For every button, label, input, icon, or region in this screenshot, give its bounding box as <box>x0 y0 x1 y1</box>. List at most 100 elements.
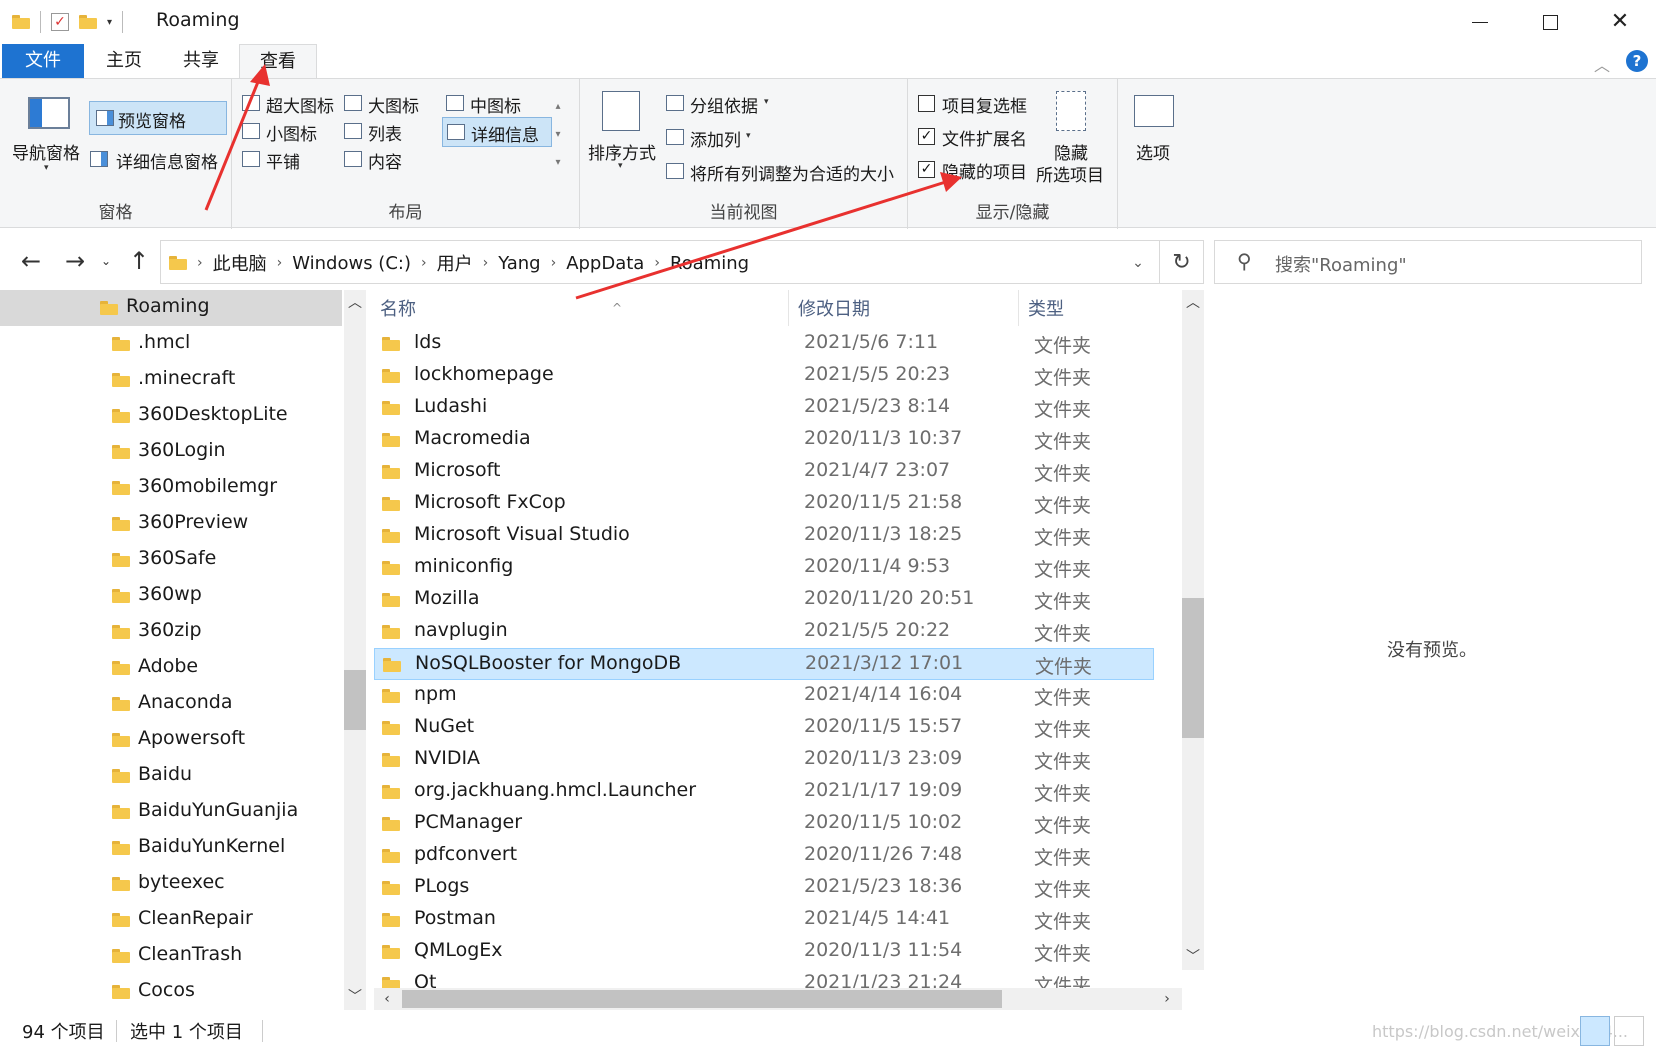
collapse-ribbon-icon[interactable]: ︿ <box>1594 52 1610 76</box>
search-input[interactable]: ⚲ 搜索"Roaming" <box>1214 240 1642 284</box>
nav-tree-item[interactable]: BaiduYunGuanjia <box>0 794 342 830</box>
file-row[interactable]: QMLogEx 2020/11/3 11:54 文件夹 <box>374 936 1154 968</box>
nav-tree-item[interactable]: CleanRepair <box>0 902 342 938</box>
layout-gallery-scroll[interactable]: ▴ ▾ ▾ <box>550 93 566 179</box>
column-header-modified[interactable]: 修改日期 <box>798 290 1018 326</box>
chevron-right-icon[interactable]: › <box>654 255 660 271</box>
large-icons-view-toggle[interactable] <box>1614 1016 1644 1046</box>
nav-tree-item[interactable]: byteexec <box>0 866 342 902</box>
nav-tree-item[interactable]: Baidu <box>0 758 342 794</box>
nav-tree-item[interactable]: 360DesktopLite <box>0 398 342 434</box>
breadcrumb-item[interactable]: Yang <box>498 253 540 274</box>
file-row[interactable]: Ludashi 2021/5/23 8:14 文件夹 <box>374 392 1154 424</box>
file-row[interactable]: Microsoft Visual Studio 2020/11/3 18:25 文件… <box>374 520 1154 552</box>
chevron-down-icon[interactable]: ▾ <box>44 163 49 173</box>
file-row[interactable]: PCManager 2020/11/5 10:02 文件夹 <box>374 808 1154 840</box>
preview-pane-button[interactable]: 预览窗格 <box>89 101 227 135</box>
column-header-name[interactable]: 名称 ^ <box>380 290 784 326</box>
nav-tree-item[interactable]: Cocos <box>0 974 342 1010</box>
nav-tree-item[interactable]: .hmcl <box>0 326 342 362</box>
nav-tree-item[interactable]: 360wp <box>0 578 342 614</box>
item-checkboxes-checkbox[interactable] <box>918 95 935 112</box>
nav-tree-item[interactable]: Roaming <box>0 290 342 326</box>
chevron-right-icon[interactable]: › <box>483 255 489 271</box>
tab-file[interactable]: 文件 <box>2 44 84 78</box>
address-history-dropdown-icon[interactable]: ⌄ <box>1121 241 1155 285</box>
nav-tree-item[interactable]: Anaconda <box>0 686 342 722</box>
tab-home[interactable]: 主页 <box>88 44 160 78</box>
file-row[interactable]: Mozilla 2020/11/20 20:51 文件夹 <box>374 584 1154 616</box>
navigation-pane-icon[interactable] <box>28 97 70 129</box>
breadcrumb-item[interactable]: Windows (C:) <box>292 253 411 274</box>
nav-tree-item[interactable]: .minecraft <box>0 362 342 398</box>
breadcrumb-item[interactable]: Roaming <box>670 253 749 274</box>
file-extensions-checkbox[interactable]: ✓ <box>918 128 935 145</box>
nav-tree-item[interactable]: 360Safe <box>0 542 342 578</box>
customize-toolbar-dropdown-icon[interactable]: ▾ <box>107 17 112 28</box>
file-row[interactable]: npm 2021/4/14 16:04 文件夹 <box>374 680 1154 712</box>
scroll-left-icon[interactable]: ‹ <box>376 988 398 1010</box>
navigation-pane-scrollbar[interactable]: ︿ ﹀ <box>344 290 366 1010</box>
scrollbar-thumb[interactable] <box>1182 598 1204 738</box>
file-row[interactable]: NVIDIA 2020/11/3 23:09 文件夹 <box>374 744 1154 776</box>
recent-locations-chevron-icon[interactable]: ⌄ <box>96 244 116 278</box>
minimize-button[interactable] <box>1448 0 1512 44</box>
folder-icon[interactable] <box>12 15 30 29</box>
nav-tree-item[interactable]: 360Preview <box>0 506 342 542</box>
address-bar[interactable]: › 此电脑 › Windows (C:) › 用户 › Yang › AppDa… <box>160 240 1160 284</box>
layout-details-selected[interactable]: 详细信息 <box>442 117 552 147</box>
file-row[interactable]: Macromedia 2020/11/3 10:37 文件夹 <box>374 424 1154 456</box>
nav-tree-item[interactable]: 360zip <box>0 614 342 650</box>
scroll-down-icon[interactable]: ﹀ <box>344 986 366 1008</box>
nav-tree-item[interactable]: Adobe <box>0 650 342 686</box>
breadcrumb-item[interactable]: 用户 <box>437 250 473 276</box>
maximize-button[interactable] <box>1518 0 1582 44</box>
nav-tree-item[interactable]: CleanTrash <box>0 938 342 974</box>
tab-share[interactable]: 共享 <box>165 44 237 78</box>
chevron-right-icon[interactable]: › <box>421 255 427 271</box>
chevron-right-icon[interactable]: › <box>551 255 557 271</box>
properties-icon[interactable]: ✓ <box>51 13 69 31</box>
file-row[interactable]: PLogs 2021/5/23 18:36 文件夹 <box>374 872 1154 904</box>
file-row[interactable]: Microsoft 2021/4/7 23:07 文件夹 <box>374 456 1154 488</box>
column-divider[interactable] <box>788 290 789 326</box>
scroll-down-icon[interactable]: ﹀ <box>1182 946 1204 968</box>
breadcrumb-item[interactable]: AppData <box>566 253 644 274</box>
nav-tree-item[interactable]: 360Login <box>0 434 342 470</box>
details-view-toggle[interactable] <box>1580 1016 1610 1046</box>
file-row[interactable]: org.jackhuang.hmcl.Launcher 2021/1/17 19:… <box>374 776 1154 808</box>
new-folder-icon[interactable] <box>79 15 97 29</box>
file-list-vertical-scrollbar[interactable]: ︿ ﹀ <box>1182 290 1204 970</box>
chevron-right-icon[interactable]: › <box>197 255 203 271</box>
file-row[interactable]: lds 2021/5/6 7:11 文件夹 <box>374 328 1154 360</box>
scrollbar-thumb[interactable] <box>402 990 1002 1008</box>
scroll-up-icon[interactable]: ︿ <box>344 292 366 314</box>
file-row[interactable]: Postman 2021/4/5 14:41 文件夹 <box>374 904 1154 936</box>
tab-view[interactable]: 查看 <box>239 44 317 79</box>
scroll-right-icon[interactable]: › <box>1156 988 1178 1010</box>
back-arrow-icon[interactable]: ← <box>14 244 48 278</box>
help-icon[interactable]: ? <box>1626 50 1648 72</box>
navigation-pane-button[interactable]: 导航窗格 <box>12 139 80 164</box>
file-row[interactable]: lockhomepage 2021/5/5 20:23 文件夹 <box>374 360 1154 392</box>
column-divider[interactable] <box>1018 290 1019 326</box>
scroll-up-icon[interactable]: ︿ <box>1182 292 1204 314</box>
up-arrow-icon[interactable]: ↑ <box>122 244 156 278</box>
file-row[interactable]: NuGet 2020/11/5 15:57 文件夹 <box>374 712 1154 744</box>
refresh-icon[interactable]: ↻ <box>1160 240 1204 284</box>
forward-arrow-icon[interactable]: → <box>58 244 92 278</box>
breadcrumb-item[interactable]: 此电脑 <box>213 250 267 276</box>
chevron-right-icon[interactable]: › <box>277 255 283 271</box>
file-row[interactable]: NoSQLBooster for MongoDB 2021/3/12 17:01 文… <box>374 648 1154 680</box>
hidden-items-checkbox[interactable]: ✓ <box>918 161 935 178</box>
nav-tree-item[interactable]: 360mobilemgr <box>0 470 342 506</box>
nav-tree-item[interactable]: BaiduYunKernel <box>0 830 342 866</box>
file-row[interactable]: pdfconvert 2020/11/26 7:48 文件夹 <box>374 840 1154 872</box>
nav-tree-item[interactable]: Apowersoft <box>0 722 342 758</box>
file-row[interactable]: miniconfig 2020/11/4 9:53 文件夹 <box>374 552 1154 584</box>
file-list-horizontal-scrollbar[interactable]: ‹ › <box>374 988 1182 1010</box>
scrollbar-thumb[interactable] <box>344 670 366 730</box>
file-row[interactable]: navplugin 2021/5/5 20:22 文件夹 <box>374 616 1154 648</box>
file-row[interactable]: Microsoft FxCop 2020/11/5 21:58 文件夹 <box>374 488 1154 520</box>
close-button[interactable]: ✕ <box>1588 0 1652 44</box>
